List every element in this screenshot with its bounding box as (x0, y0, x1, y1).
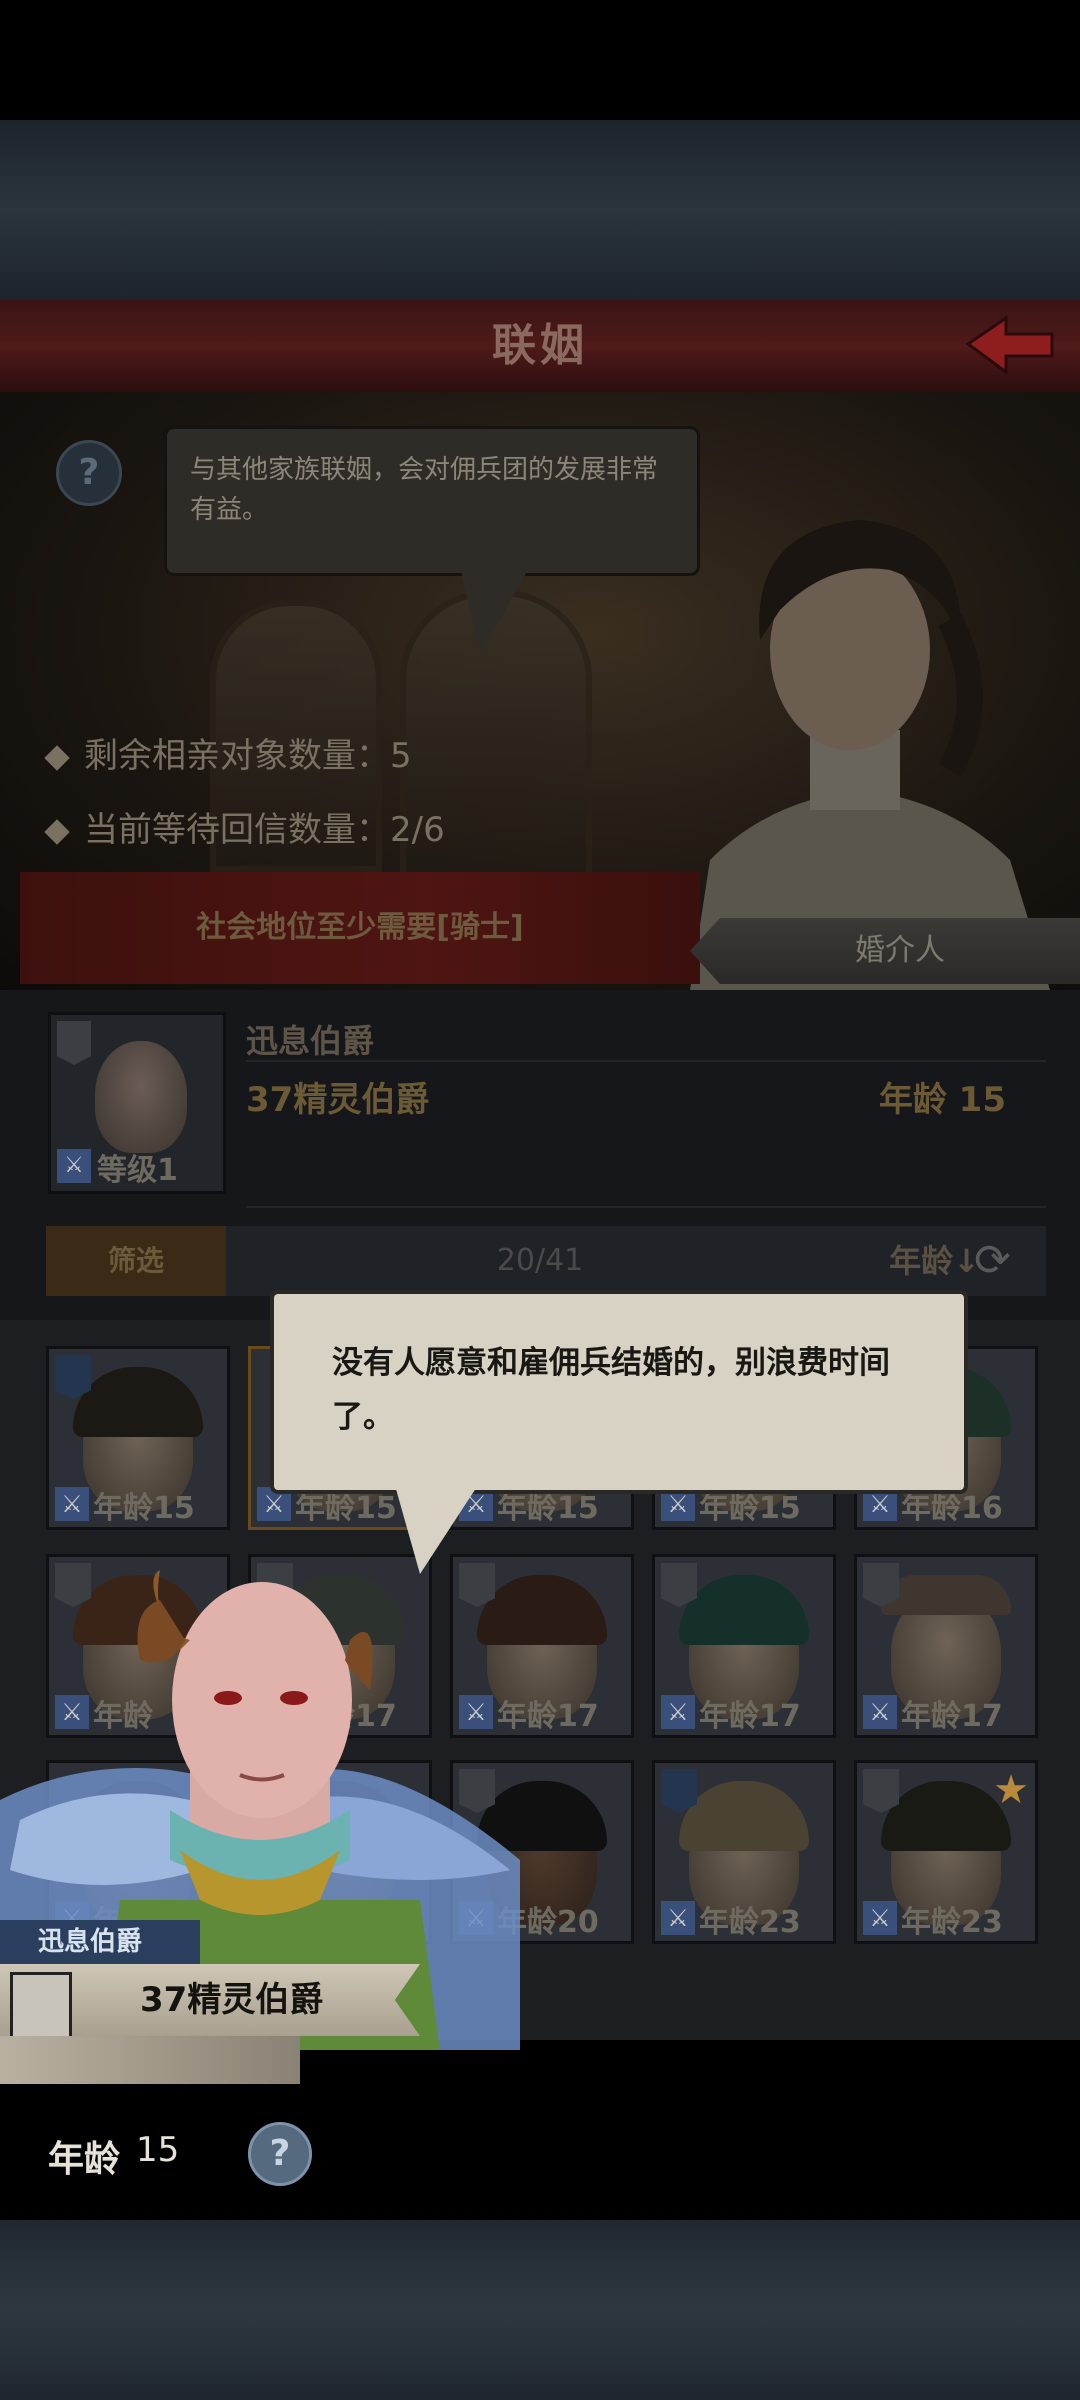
sword-icon: ⚔ (863, 1901, 897, 1935)
candidate-hair (881, 1781, 1011, 1851)
candidate-card[interactable]: ⚔ 年龄15 (46, 1346, 230, 1530)
rejection-speech-text: 没有人愿意和雇佣兵结婚的，别浪费时间了。 (332, 1345, 890, 1435)
candidate-card[interactable]: ⚔ 年龄17 (652, 1554, 836, 1738)
sort-by-age-button[interactable]: 年龄↓ (889, 1226, 980, 1296)
diamond-bullet-icon (44, 818, 70, 845)
speech-bubble-tail (460, 566, 530, 656)
help-question-icon[interactable]: ? (248, 2122, 312, 2186)
banner-underlay (0, 2036, 300, 2084)
self-age: 年龄 15 (878, 1080, 1006, 1120)
candidate-hair (73, 1367, 203, 1437)
candidate-age: 年龄23 (699, 1905, 801, 1940)
candidate-age: 年龄15 (93, 1491, 195, 1526)
pending-replies-stat: 当前等待回信数量：2/6 (44, 802, 445, 851)
age-label: 年龄 (48, 2139, 121, 2180)
filter-button[interactable]: 筛选 (46, 1226, 226, 1296)
sword-icon: ⚔ (661, 1695, 695, 1729)
self-portrait-card[interactable]: ⚔ 等级1 (48, 1012, 226, 1194)
self-face (95, 1041, 187, 1153)
banner-icon (57, 1021, 91, 1065)
speech-bubble-tail (394, 1482, 480, 1574)
speaker-name: 迅息伯爵 (38, 1927, 143, 1957)
self-name: 迅息伯爵 (246, 1022, 375, 1060)
candidate-hair (881, 1575, 1011, 1615)
candidate-age: 年龄17 (901, 1699, 1003, 1734)
remaining-candidates-stat: 剩余相亲对象数量：5 (44, 728, 412, 777)
candidate-card[interactable]: ★ ⚔ 年龄23 (854, 1760, 1038, 1944)
self-level: 等级1 (97, 1153, 178, 1188)
divider (246, 1206, 1046, 1208)
refresh-icon[interactable]: ⟳ (974, 1238, 1024, 1284)
banner-icon (661, 1563, 697, 1607)
divider (246, 1060, 1046, 1062)
sword-icon: ⚔ (57, 1149, 91, 1183)
sword-icon: ⚔ (661, 1901, 695, 1935)
star-icon: ★ (993, 1767, 1029, 1813)
banner-icon (55, 1355, 91, 1399)
diamond-bullet-icon (44, 744, 70, 771)
matchmaker-button-label[interactable]: 婚介人 (690, 918, 1080, 984)
help-question-icon[interactable]: ? (56, 440, 122, 506)
bottom-decor-band (0, 2220, 1080, 2400)
age-value: 15 (136, 2130, 180, 2170)
matchmaker-portrait (690, 520, 1050, 990)
self-title: 37精灵伯爵 (246, 1080, 430, 1120)
back-arrow-icon[interactable] (960, 312, 1060, 382)
candidate-count: 20/41 (496, 1243, 584, 1278)
candidate-card[interactable]: ⚔ 年龄17 (854, 1554, 1038, 1738)
banner-icon (863, 1769, 899, 1813)
requirement-text: 社会地位至少需要[骑士] (196, 910, 524, 945)
banner-icon (863, 1563, 899, 1607)
banner-icon (661, 1769, 697, 1813)
status-bar-area (0, 0, 1080, 120)
candidate-age: 年龄23 (901, 1905, 1003, 1940)
top-decor-band (0, 120, 1080, 300)
sword-icon: ⚔ (863, 1695, 897, 1729)
candidate-hair (679, 1575, 809, 1645)
candidate-card[interactable]: ⚔ 年龄23 (652, 1760, 836, 1944)
sword-icon: ⚔ (55, 1487, 89, 1521)
page-title: 联姻 (492, 320, 588, 371)
candidate-hair (679, 1781, 809, 1851)
speaker-title: 37精灵伯爵 (140, 1980, 324, 2020)
npc-speech-text: 与其他家族联姻，会对佣兵团的发展非常有益。 (190, 455, 659, 525)
candidate-age: 年龄17 (699, 1699, 801, 1734)
